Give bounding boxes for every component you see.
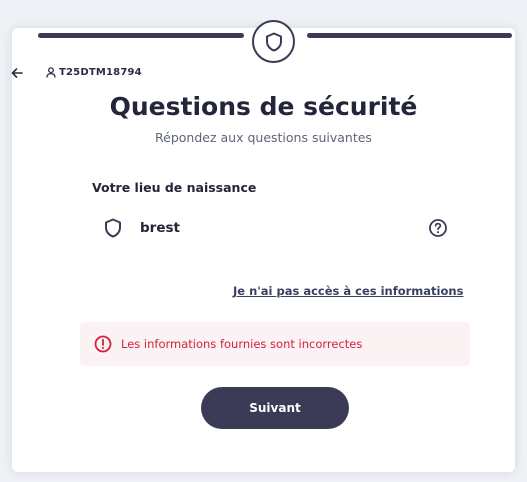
progress-bar-left — [38, 33, 244, 38]
back-button[interactable] — [11, 66, 23, 82]
question-label: Votre lieu de naissance — [92, 180, 257, 195]
error-message: Les informations fournies sont incorrect… — [121, 337, 363, 351]
question-circle-icon[interactable] — [428, 218, 448, 238]
answer-value[interactable]: brest — [140, 220, 428, 236]
answer-field[interactable]: brest — [104, 216, 448, 240]
shield-icon — [105, 218, 121, 238]
page-title: Questions de sécurité — [109, 92, 418, 121]
shield-icon — [265, 32, 282, 51]
user-icon — [46, 67, 56, 78]
arrow-left-icon — [11, 68, 23, 78]
security-badge — [252, 20, 295, 63]
next-button[interactable]: Suivant — [201, 387, 349, 429]
progress-bar-right — [307, 33, 512, 38]
no-access-link[interactable]: Je n'ai pas accès à ces informations — [233, 284, 463, 298]
alert-circle-icon — [94, 335, 112, 353]
user-id-text: T25DTM18794 — [59, 67, 142, 78]
user-id-label: T25DTM18794 — [46, 67, 142, 78]
error-alert: Les informations fournies sont incorrect… — [80, 322, 470, 366]
page-subtitle: Répondez aux questions suivantes — [155, 130, 372, 145]
